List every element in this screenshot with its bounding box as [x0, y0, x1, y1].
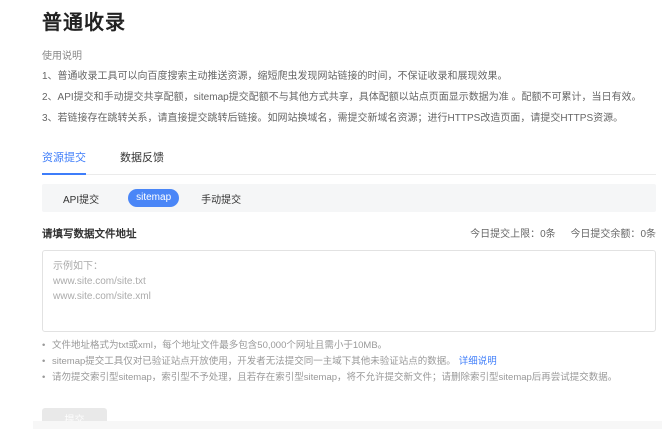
tab-data-feedback[interactable]: 数据反馈	[120, 149, 164, 175]
note-index-sitemap: 请勿提交索引型sitemap，索引型不予处理，且若存在索引型sitemap，将不…	[42, 372, 656, 384]
quota-limit-label: 今日提交上限：	[470, 229, 540, 240]
detail-link[interactable]: 详细说明	[459, 356, 497, 367]
footnotes: 文件地址格式为txt或xml，每个地址文件最多包含50,000个网址且需小于10…	[42, 340, 656, 384]
sitemap-url-input[interactable]	[42, 250, 656, 332]
quota-limit: 今日提交上限：0条	[470, 229, 556, 240]
submit-method-switcher: API提交 sitemap 手动提交	[42, 184, 656, 212]
instruction-line-3: 3、若链接存在跳转关系，请直接提交跳转后链接。如网站换域名，需提交新域名资源；进…	[42, 112, 656, 125]
usage-notes-heading: 使用说明	[42, 47, 656, 62]
normal-inclusion-page: 普通收录 使用说明 1、普通收录工具可以向百度搜索主动推送资源，缩短爬虫发现网站…	[0, 0, 669, 429]
file-address-label: 请填写数据文件地址	[42, 226, 137, 241]
quota-info: 今日提交上限：0条 今日提交余额：0条	[470, 225, 656, 240]
quota-limit-value: 0条	[540, 229, 556, 240]
instruction-line-1: 1、普通收录工具可以向百度搜索主动推送资源，缩短爬虫发现网站链接的时间，不保证收…	[42, 70, 656, 83]
footer-strip	[33, 421, 662, 429]
note-text: 文件地址格式为txt或xml，每个地址文件最多包含50,000个网址且需小于10…	[52, 340, 387, 351]
note-file-format: 文件地址格式为txt或xml，每个地址文件最多包含50,000个网址且需小于10…	[42, 340, 656, 352]
quota-remain: 今日提交余额：0条	[570, 229, 656, 240]
tab-resource-submit[interactable]: 资源提交	[42, 149, 86, 175]
page-title: 普通收录	[42, 12, 656, 35]
file-address-row: 请填写数据文件地址 今日提交上限：0条 今日提交余额：0条	[42, 225, 656, 241]
subtab-sitemap[interactable]: sitemap	[128, 189, 179, 207]
quota-remain-value: 0条	[640, 229, 656, 240]
quota-remain-label: 今日提交余额：	[570, 229, 640, 240]
subtab-api-submit[interactable]: API提交	[63, 191, 99, 206]
note-text: sitemap提交工具仅对已验证站点开放使用，开发者无法提交同一主域下其他未验证…	[52, 356, 456, 367]
main-tabs: 资源提交 数据反馈	[42, 149, 656, 175]
subtab-manual-submit[interactable]: 手动提交	[201, 191, 241, 206]
note-verified-sites: sitemap提交工具仅对已验证站点开放使用，开发者无法提交同一主域下其他未验证…	[42, 356, 656, 368]
note-text: 请勿提交索引型sitemap，索引型不予处理，且若存在索引型sitemap，将不…	[52, 372, 617, 383]
instruction-line-2: 2、API提交和手动提交共享配额，sitemap提交配额不与其他方式共享，具体配…	[42, 91, 656, 104]
